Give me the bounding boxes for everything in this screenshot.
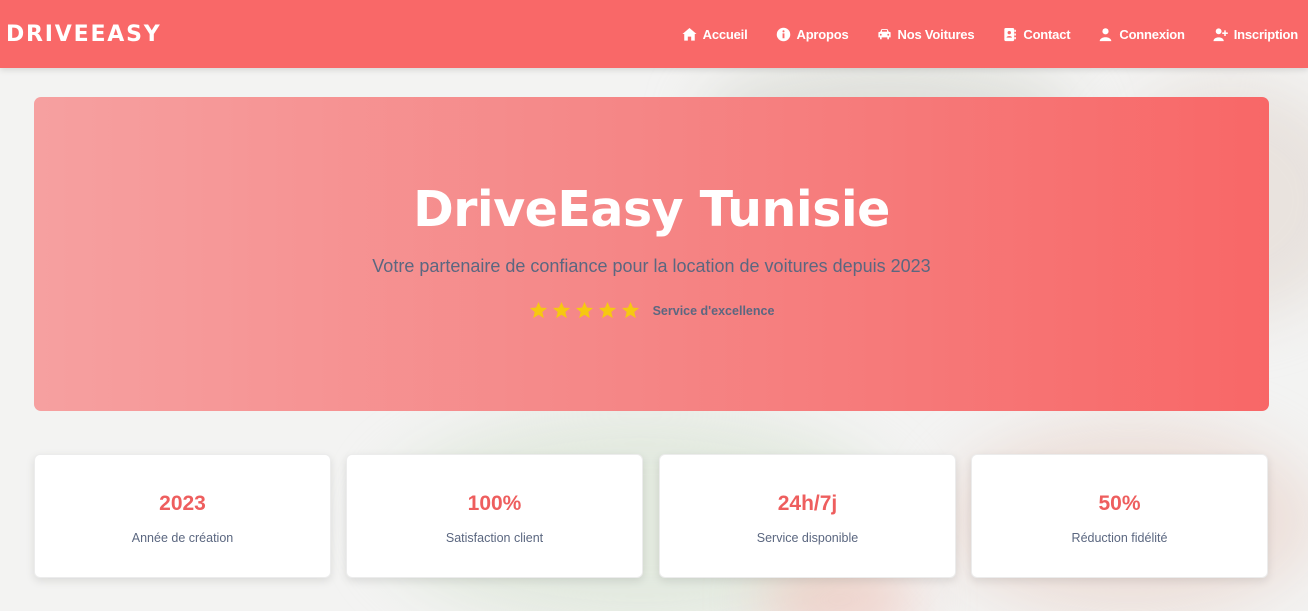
hero-title: DriveEasy Tunisie [413, 181, 890, 238]
stat-label: Année de création [131, 531, 234, 545]
navbar: DRIVEEASY Accueil Apropos Nos Voitures C… [0, 0, 1308, 68]
stat-value: 50% [1098, 492, 1141, 515]
star-icon [621, 301, 640, 320]
nav-item-label: Contact [1023, 26, 1071, 42]
car-icon [877, 27, 892, 42]
stat-label: Satisfaction client [445, 531, 544, 545]
nav-item-label: Apropos [796, 26, 849, 42]
stat-label: Réduction fidélité [1071, 531, 1168, 545]
home-icon [682, 27, 697, 42]
stat-value: 2023 [159, 492, 206, 515]
stats-section: 2023 Année de création 100% Satisfaction… [34, 454, 1269, 579]
nav-item-accueil[interactable]: Accueil [682, 27, 748, 42]
stat-value: 100% [467, 492, 522, 515]
star-icon [552, 301, 571, 320]
hero-subtitle: Votre partenaire de confiance pour la lo… [372, 256, 931, 276]
stat-card-satisfaction: 100% Satisfaction client [346, 454, 643, 578]
star-icon [529, 301, 548, 320]
stat-value: 24h/7j [777, 492, 838, 515]
stat-card-availability: 24h/7j Service disponible [659, 454, 956, 578]
user-plus-icon [1213, 27, 1228, 42]
nav-item-nos-voitures[interactable]: Nos Voitures [877, 27, 975, 42]
nav-item-label: Nos Voitures [897, 26, 975, 42]
stat-card-creation-year: 2023 Année de création [34, 454, 331, 578]
nav-item-connexion[interactable]: Connexion [1098, 26, 1185, 42]
address-book-icon [1002, 27, 1017, 42]
star-icon [575, 301, 594, 320]
info-icon [776, 27, 791, 42]
rating: Service d'excellence [529, 301, 775, 320]
nav-item-label: Accueil [702, 26, 748, 42]
hero-banner: DriveEasy Tunisie Votre partenaire de co… [34, 97, 1269, 411]
nav-item-contact[interactable]: Contact [1002, 26, 1071, 42]
stat-card-loyalty-discount: 50% Réduction fidélité [971, 454, 1268, 578]
nav-item-label: Inscription [1233, 26, 1298, 42]
main-nav: Accueil Apropos Nos Voitures Contact Con… [682, 27, 1298, 42]
nav-item-apropos[interactable]: Apropos [776, 27, 849, 42]
brand-logo[interactable]: DRIVEEASY [6, 22, 161, 47]
user-icon [1098, 27, 1113, 42]
nav-item-inscription[interactable]: Inscription [1213, 27, 1298, 42]
star-icon [598, 301, 617, 320]
rating-label: Service d'excellence [652, 303, 775, 318]
nav-item-label: Connexion [1119, 26, 1185, 42]
stat-label: Service disponible [756, 531, 859, 545]
